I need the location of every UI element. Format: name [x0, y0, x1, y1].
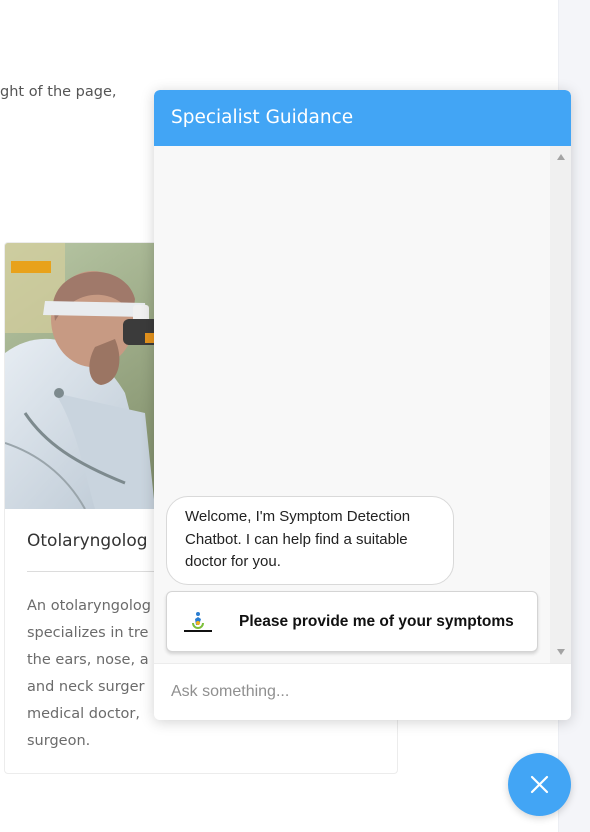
card-description-line: surgeon. — [27, 733, 91, 749]
card-title: Otolaryngolog — [27, 531, 148, 551]
chat-widget: Specialist Guidance Welcome, I'm Symptom… — [154, 90, 571, 720]
symptom-logo-icon — [184, 611, 214, 633]
chat-message-list[interactable]: Welcome, I'm Symptom Detection Chatbot. … — [154, 146, 571, 663]
chat-scrollbar[interactable] — [550, 146, 571, 663]
chat-input[interactable] — [154, 664, 571, 720]
intro-text: ght of the page, — [0, 84, 117, 100]
chat-header: Specialist Guidance — [154, 90, 571, 146]
bot-message: Welcome, I'm Symptom Detection Chatbot. … — [166, 496, 454, 585]
close-chat-button[interactable] — [508, 753, 571, 816]
chat-title: Specialist Guidance — [171, 107, 354, 128]
quick-reply-label: Please provide me of your symptoms — [239, 613, 514, 630]
scroll-down-arrow-icon[interactable] — [557, 649, 565, 655]
close-icon — [530, 775, 549, 794]
chat-input-bar — [154, 663, 571, 720]
scroll-up-arrow-icon[interactable] — [557, 154, 565, 160]
symptoms-quick-reply-button[interactable]: Please provide me of your symptoms — [166, 591, 538, 652]
